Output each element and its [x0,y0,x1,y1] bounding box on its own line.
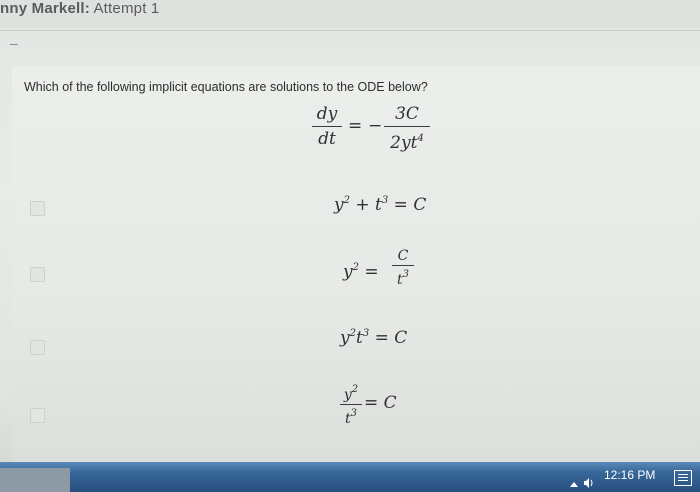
option-2-checkbox[interactable] [30,267,45,282]
option-4-fraction: y2 t3 [340,382,362,427]
ode-rhs-numerator: 3C [395,104,419,124]
option-4-rest: = C [364,393,397,413]
option-2-lhs: y2 = [343,262,379,282]
option-3-t: t [355,328,363,348]
ode-rhs-den-exp: 4 [417,133,424,144]
taskbar-left-region [0,468,70,492]
option-1-t: t [375,195,382,215]
option-2-den-exp: 3 [402,269,409,280]
ode-lhs-fraction: dy dt [312,104,342,149]
question-text: Which of the following implicit equation… [24,80,428,94]
option-4-num-base: y [343,387,352,403]
notification-icon[interactable] [674,470,692,486]
taskbar-clock[interactable]: 12:16 PM [604,468,655,482]
attempt-title: nny Markell: Attempt 1 [0,0,159,17]
option-2-y: y [343,262,353,282]
chevron-up-icon[interactable] [570,482,578,487]
option-4-denominator: t3 [340,406,362,427]
option-2-equals: = [358,262,379,282]
option-4-checkbox[interactable] [30,408,45,423]
fraction-bar [312,126,342,127]
ode-minus: − [368,116,383,136]
header-divider [0,30,700,31]
ode-lhs-numerator: dy [316,104,338,124]
ode-equation: dy dt = − 3C 2yt4 [312,104,452,160]
dash-mark [10,44,18,45]
ode-lhs-denominator: dt [318,129,336,149]
option-1-rest: = C [388,195,427,215]
option-3-y: y [340,328,350,348]
ode-rhs-fraction: 3C 2yt4 [384,104,430,153]
ode-rhs-den-base: 2yt [390,133,418,153]
option-4-num-exp: 2 [351,384,359,395]
option-1-plus: + [349,195,376,215]
speaker-icon[interactable] [584,478,594,488]
fraction-bar [392,265,414,266]
option-3-checkbox[interactable] [30,340,45,355]
attempt-label: Attempt 1 [89,0,160,17]
option-1-y: y [334,195,344,215]
fraction-bar [340,404,362,405]
fraction-bar [384,126,430,127]
option-4-numerator: y2 [340,382,362,403]
ode-rhs-denominator: 2yt4 [384,129,430,153]
student-name: nny Markell: [0,0,90,17]
option-3-rest: = C [369,328,408,348]
option-1-checkbox[interactable] [30,201,45,216]
option-2-numerator: C [397,248,409,264]
taskbar [0,462,700,492]
option-2-denominator: t3 [392,267,414,288]
option-2-fraction: C t3 [392,248,414,288]
option-1-equation: y2 + t3 = C [334,195,426,215]
option-4-den-exp: 3 [350,408,357,419]
option-3-equation: y2t3 = C [340,328,407,348]
ode-equals: = [348,116,363,136]
